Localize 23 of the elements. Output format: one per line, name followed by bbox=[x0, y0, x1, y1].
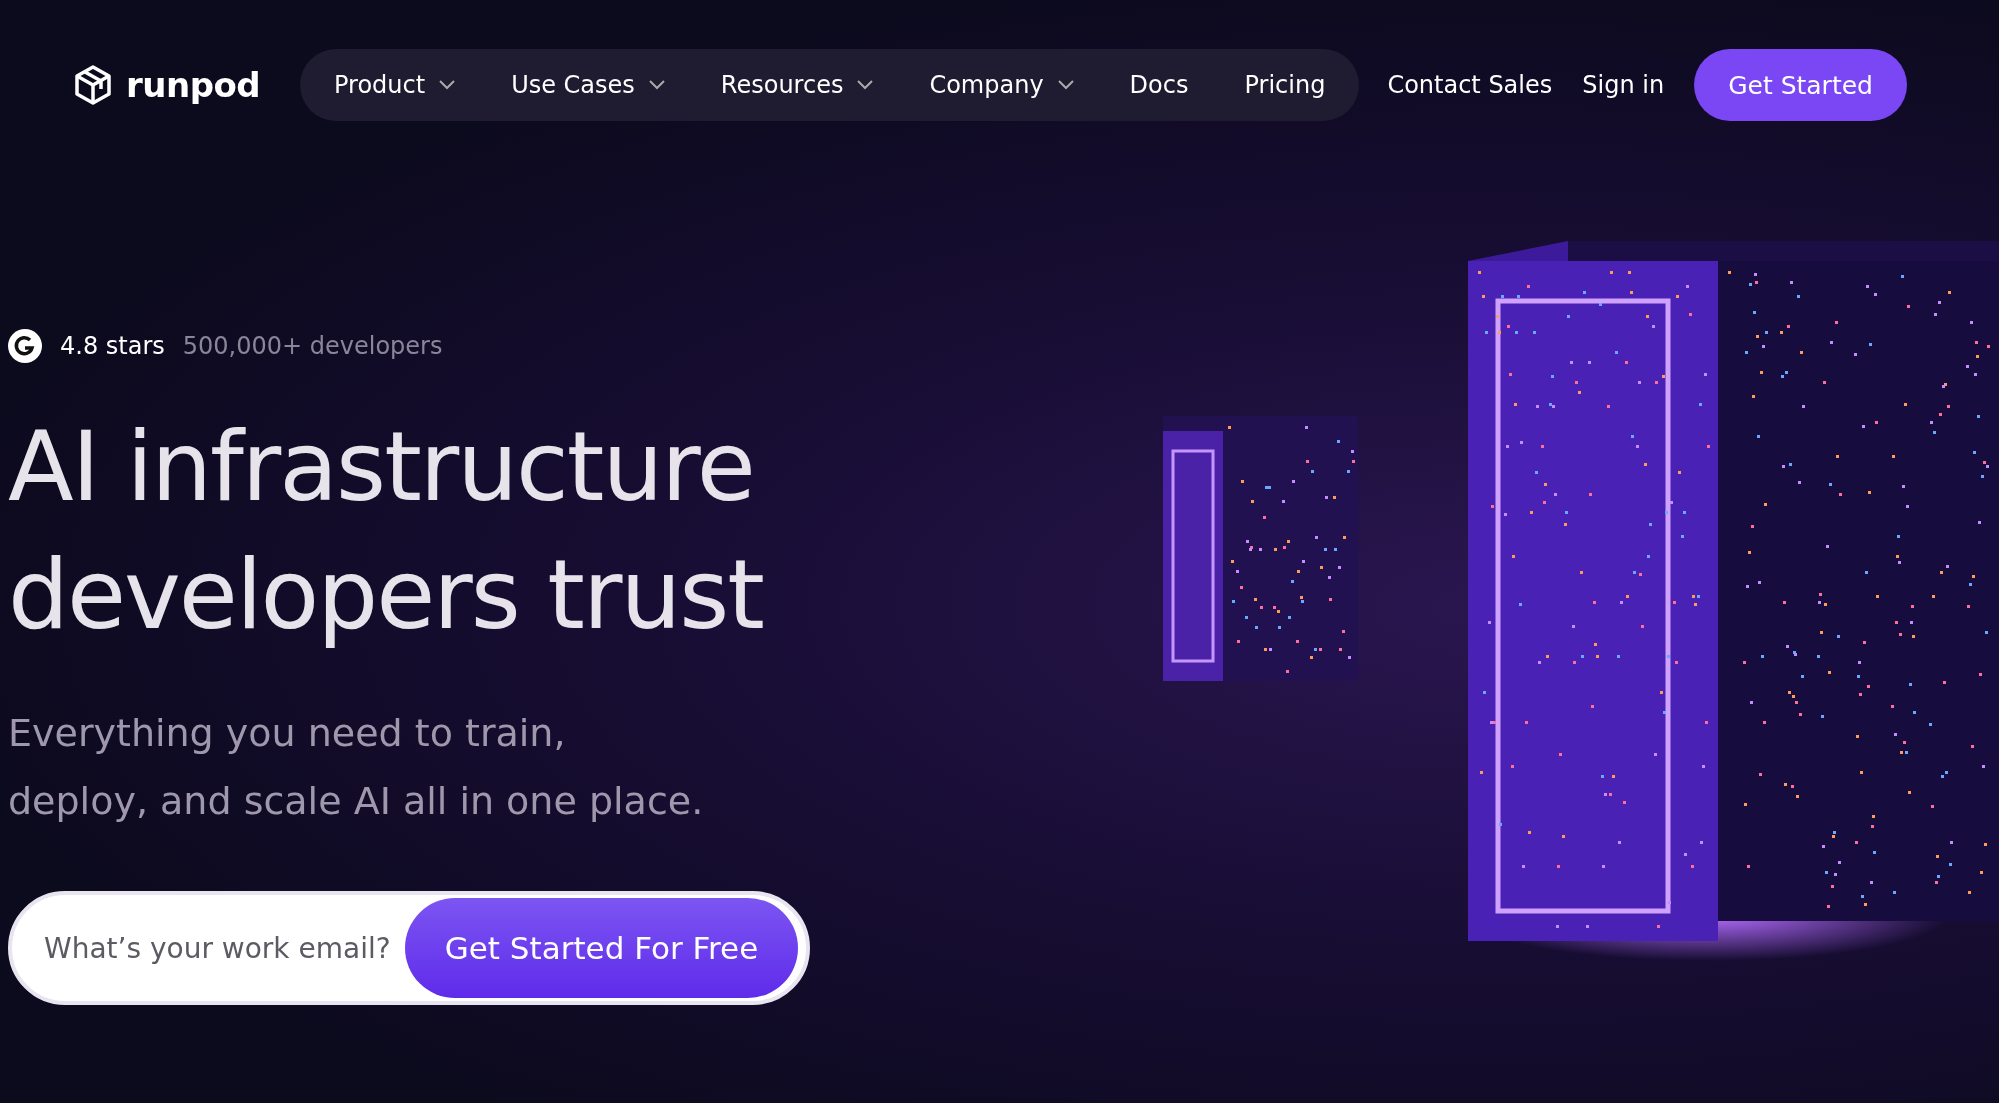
nav-link[interactable]: Resources bbox=[720, 71, 874, 99]
get-started-button[interactable]: Get Started bbox=[1694, 49, 1907, 121]
get-started-free-button[interactable]: Get Started For Free bbox=[405, 898, 798, 998]
users-count: 500,000+ developers bbox=[182, 332, 443, 360]
rating-text: 4.8 stars bbox=[60, 332, 165, 360]
hero-subtitle: Everything you need to train, bbox=[8, 710, 567, 757]
nav-link[interactable]: Use Cases bbox=[511, 71, 665, 99]
g2-badge-icon bbox=[8, 329, 42, 363]
chevron-down-icon bbox=[1057, 80, 1074, 90]
logo-wordmark[interactable]: runpod bbox=[126, 65, 261, 105]
hero-subtitle: deploy, and scale AI all in one place. bbox=[8, 778, 705, 825]
nav-link[interactable]: Docs bbox=[1129, 71, 1189, 99]
nav-link[interactable]: Sign in bbox=[1582, 71, 1665, 99]
nav-link[interactable]: Contact Sales bbox=[1387, 71, 1553, 99]
chevron-down-icon bbox=[648, 80, 665, 90]
chevron-down-icon bbox=[439, 80, 456, 90]
hero-heading: AI infrastructure bbox=[8, 410, 755, 525]
nav-link[interactable]: Company bbox=[929, 71, 1074, 99]
nav-link[interactable]: Pricing bbox=[1244, 71, 1326, 99]
hero-heading: developers trust bbox=[8, 538, 764, 653]
chevron-down-icon bbox=[857, 80, 874, 90]
nav-link[interactable]: Product bbox=[334, 71, 456, 99]
cube-logo-icon[interactable] bbox=[72, 64, 114, 106]
